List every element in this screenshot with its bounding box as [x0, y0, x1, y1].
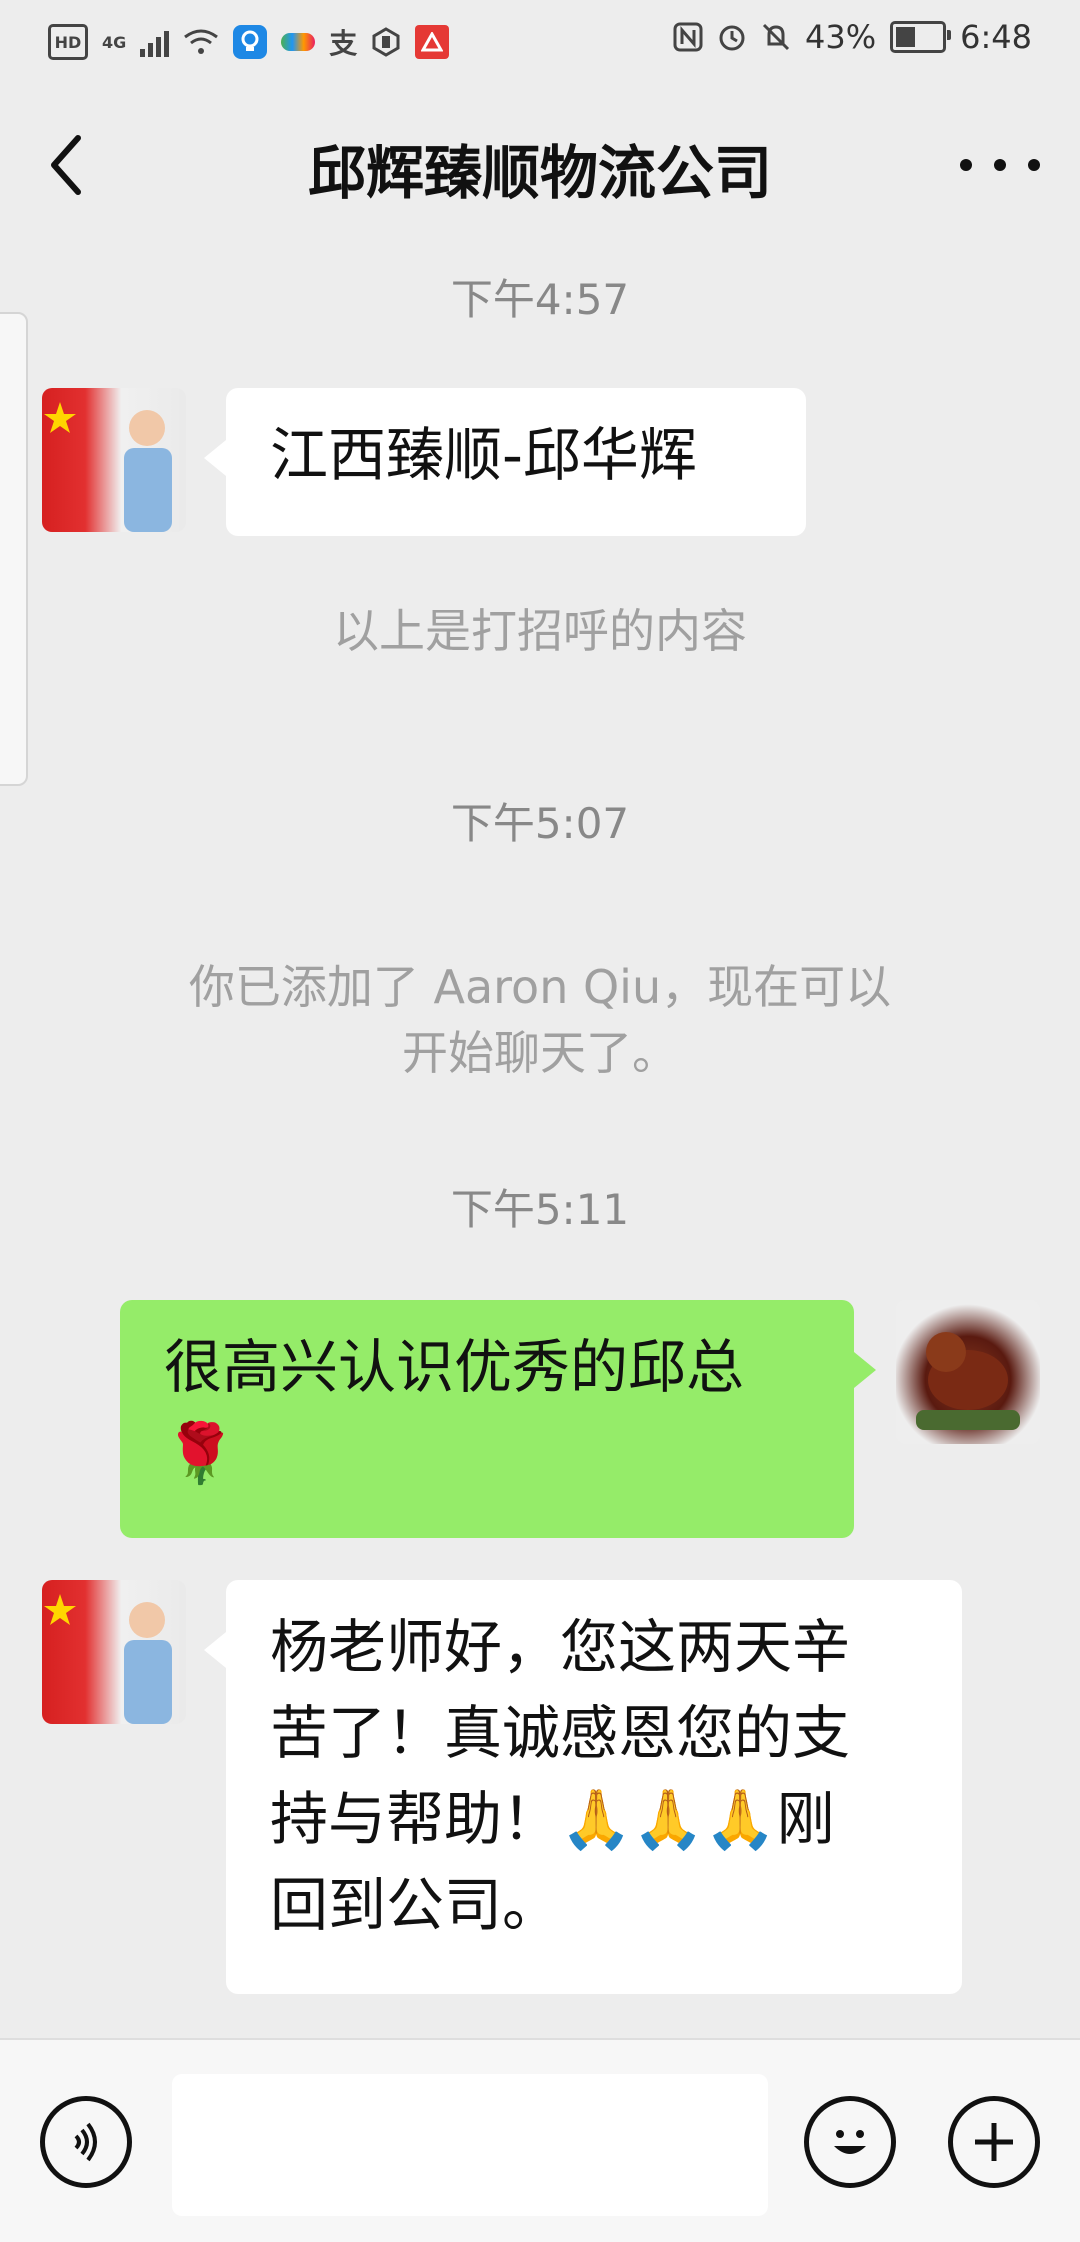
system-note-line: 你已添加了 Aaron Qiu，现在可以 [188, 960, 892, 1014]
message-text: 苦了！真诚感恩您的支 [270, 1699, 851, 1767]
message-text: 🌹 [164, 1419, 237, 1487]
bulb-app-icon [233, 25, 268, 59]
back-chevron-icon[interactable] [40, 130, 100, 200]
battery-percent: 43% [805, 18, 877, 56]
contact-avatar[interactable] [42, 388, 186, 532]
message-text: 持与帮助！🙏🙏🙏刚 [270, 1785, 835, 1853]
chat-title: 邱辉臻顺物流公司 [307, 139, 772, 207]
chat-header: 邱辉臻顺物流公司 [0, 90, 1080, 240]
hand-icon [372, 27, 400, 57]
more-dots-icon[interactable] [960, 150, 1040, 180]
my-avatar[interactable] [896, 1300, 1040, 1444]
plus-icon[interactable] [948, 2096, 1040, 2188]
message-text: 回到公司。 [270, 1871, 561, 1939]
status-bar: HD 4G 支 43% 6:48 [0, 0, 1080, 80]
alipay-icon: 支 [329, 27, 358, 60]
timestamp: 下午5:07 [450, 799, 630, 848]
emoji-icon[interactable] [804, 2096, 896, 2188]
message-text: 江西臻顺-邱华辉 [270, 421, 697, 489]
nfc-icon [673, 22, 703, 52]
input-bar [0, 2038, 1080, 2242]
alarm-icon [719, 25, 745, 51]
system-note-added: 你已添加了 Aaron Qiu，现在可以 开始聊天了。 [90, 954, 990, 1086]
message-bubble-outgoing[interactable]: 很高兴认识优秀的邱总 🌹 [120, 1300, 876, 1538]
timestamp: 下午4:57 [450, 275, 630, 324]
message-text: 杨老师好，您这两天辛 [270, 1613, 851, 1681]
clock: 6:48 [960, 18, 1032, 56]
timestamp: 下午5:11 [450, 1185, 630, 1234]
message-bubble-incoming[interactable]: 江西臻顺-邱华辉 [204, 388, 806, 536]
wifi-icon [184, 29, 219, 54]
system-note: 以上是打招呼的内容 [333, 604, 747, 658]
network-type: 4G [102, 32, 127, 52]
side-handle[interactable] [0, 312, 28, 786]
mute-icon [762, 23, 790, 51]
battery-icon [890, 21, 952, 53]
app-icon [281, 33, 316, 51]
system-note-line: 开始聊天了。 [402, 1026, 678, 1080]
app-red-icon [415, 25, 450, 59]
contact-avatar[interactable] [42, 1580, 186, 1724]
message-bubble-incoming[interactable]: 杨老师好，您这两天辛 苦了！真诚感恩您的支 持与帮助！🙏🙏🙏刚 回到公司。 [204, 1580, 962, 1994]
message-input[interactable] [172, 2074, 768, 2216]
hd-icon: HD [48, 24, 88, 60]
message-text: 很高兴认识优秀的邱总 [164, 1333, 745, 1401]
voice-icon[interactable] [40, 2096, 132, 2188]
signal-icon [140, 27, 170, 57]
